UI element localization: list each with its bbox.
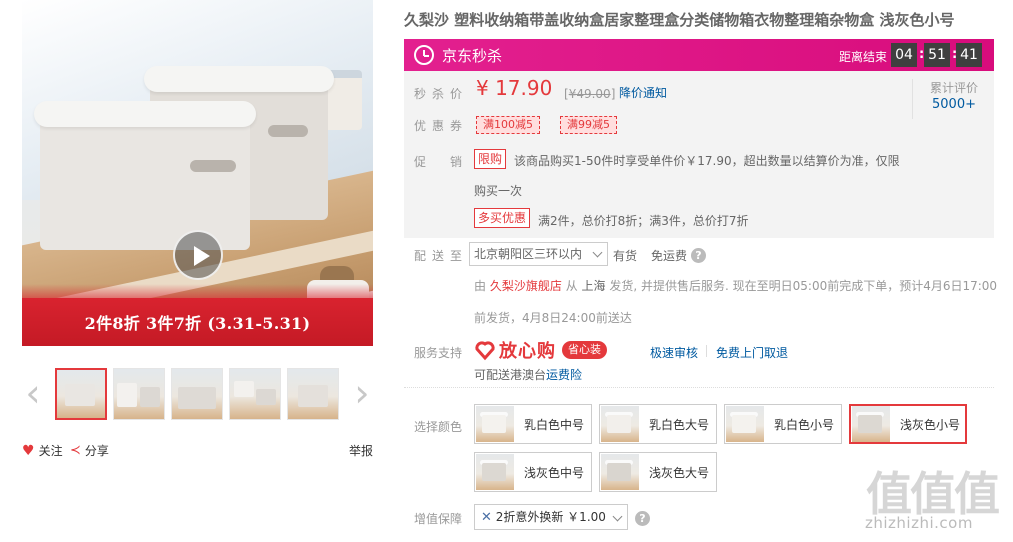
shipping-info-line1: 由 久梨沙旗舰店 从 上海 发货, 并提供售后服务. 现在至明日05:00前完成…: [474, 277, 997, 294]
swatch-image: [852, 406, 890, 442]
section-divider: [404, 387, 994, 388]
thumbnail-3[interactable]: [171, 368, 223, 420]
sale-price: ¥ 17.90: [476, 76, 553, 100]
promo-banner: 2件8折 3件7折 (3.31-5.31): [22, 284, 373, 346]
freight-insurance-link[interactable]: 运费险: [546, 368, 582, 382]
fast-review-link[interactable]: 极速审核: [650, 344, 698, 361]
price-label: 秒杀价: [414, 87, 469, 101]
main-product-image[interactable]: 2件8折 3件7折 (3.31-5.31): [22, 0, 373, 346]
share-button[interactable]: ≺ 分享: [70, 442, 109, 459]
report-label: 举报: [349, 444, 374, 458]
swatch-image: [601, 406, 639, 442]
thumbnail-2[interactable]: [113, 368, 165, 420]
price-box: 秒杀价 ¥ 17.90 [¥49.00] 降价通知 累计评价 5000+ 优惠券…: [404, 71, 994, 238]
address-selector[interactable]: 北京朝阳区三环以内: [469, 242, 608, 266]
color-option-4-selected[interactable]: 浅灰色小号: [849, 404, 967, 444]
original-price: [¥49.00]: [564, 87, 616, 101]
reviews-label: 累计评价: [929, 81, 978, 95]
follow-label: 关注: [38, 444, 63, 458]
ship-from: 从: [565, 279, 578, 293]
coupon-1[interactable]: 满100减5: [476, 116, 540, 134]
countdown-seconds: 41: [956, 43, 982, 67]
store-link[interactable]: 久梨沙旗舰店: [490, 279, 562, 293]
service-divider: [706, 345, 707, 357]
color-option-2[interactable]: 乳白色大号: [599, 404, 717, 444]
address-value: 北京朝阳区三环以内: [474, 247, 583, 261]
share-icon: ≺: [70, 443, 81, 458]
flash-sale-label: 京东秒杀: [442, 47, 503, 65]
review-count[interactable]: 累计评价 5000+: [924, 79, 984, 112]
reviews-divider: [912, 79, 913, 119]
color-option-3[interactable]: 乳白色小号: [724, 404, 842, 444]
service-label: 服务支持: [414, 346, 463, 360]
shipping-info-line2: 前发货，4月8日24:00前送达: [474, 311, 632, 325]
flash-sale-bar: 京东秒杀 距离结束 04 : 51 : 41: [404, 39, 994, 71]
thumb-prev-arrow-icon[interactable]: ‹: [22, 374, 44, 412]
fangxin-text: 放心购: [499, 341, 556, 362]
warranty-selector[interactable]: ✕ 2折意外换新 ￥1.00: [474, 504, 628, 530]
free-pickup-link[interactable]: 免费上门取退: [716, 344, 788, 361]
color-label: 选择颜色: [414, 420, 463, 434]
ship-rest: 发货, 并提供售后服务. 现在至明日05:00前完成下单，预计4月6日17:00: [609, 279, 998, 293]
thumbnail-strip: ‹ ›: [22, 366, 373, 424]
reviews-count-value: 5000+: [932, 97, 976, 112]
stock-status: 有货: [613, 249, 638, 263]
warranty-option: 2折意外换新 ￥1.00: [495, 510, 606, 524]
follow-button[interactable]: ♥ 关注: [22, 442, 63, 459]
color-option-5[interactable]: 浅灰色中号: [474, 452, 592, 492]
chevron-down-icon: [612, 511, 623, 522]
coupon-2[interactable]: 满99减5: [560, 116, 617, 134]
chevron-down-icon: [592, 247, 603, 258]
gallery-actions: ♥ 关注 ≺ 分享 举报: [22, 440, 373, 460]
multi-buy-tag: 多买优惠: [474, 208, 531, 228]
coupon-label: 优惠券: [414, 119, 469, 133]
color-option-1[interactable]: 乳白色中号: [474, 404, 592, 444]
clock-icon: [414, 45, 434, 65]
price-notify-link[interactable]: 降价通知: [619, 84, 667, 101]
thumbnail-5[interactable]: [287, 368, 339, 420]
color-option-label: 浅灰色小号: [900, 417, 961, 432]
hk-delivery: 可配送港澳台运费险: [474, 366, 582, 383]
fangxin-badge[interactable]: 放心购 省心装: [474, 337, 607, 363]
hk-text: 可配送港澳台: [474, 368, 547, 382]
free-shipping: 免运费: [651, 249, 688, 263]
product-title: 久梨沙 塑料收纳箱带盖收纳盒居家整理盒分类储物箱衣物整理箱杂物盒 浅灰色小号: [404, 11, 955, 29]
share-label: 分享: [84, 444, 109, 458]
countdown-minutes: 51: [924, 43, 950, 67]
warranty-label: 增值保障: [414, 512, 463, 526]
heart-outline-icon: [475, 341, 495, 361]
countdown-hours: 04: [891, 43, 917, 67]
promotion-text-2: 满2件，总价打8折；满3件，总价打7折: [538, 214, 749, 228]
swatch-image: [726, 406, 764, 442]
shengxin-badge: 省心装: [562, 341, 607, 359]
promotion-text-1: 该商品购买1-50件时享受单件价￥17.90，超出数量以结算价为准，仅限: [514, 154, 900, 168]
wrench-icon: ✕: [481, 510, 492, 525]
color-option-label: 乳白色中号: [524, 417, 585, 432]
swatch-image: [601, 454, 639, 490]
thumbnail-4[interactable]: [229, 368, 281, 420]
swatch-image: [476, 406, 514, 442]
ship-prefix: 由: [474, 279, 487, 293]
help-icon[interactable]: ?: [635, 511, 650, 526]
thumbnail-1[interactable]: [55, 368, 107, 420]
image-storage-box-front: [34, 101, 256, 250]
watermark-logo: 值值值 zhizhizhi.com: [860, 458, 1010, 542]
color-option-label: 浅灰色大号: [649, 465, 710, 480]
thumb-next-arrow-icon[interactable]: ›: [351, 374, 373, 412]
color-option-label: 乳白色大号: [649, 417, 710, 432]
delivery-label: 配送至: [414, 249, 469, 263]
color-option-label: 浅灰色中号: [524, 465, 585, 480]
video-play-button[interactable]: [173, 230, 223, 280]
limit-tag: 限购: [474, 149, 507, 169]
swatch-image: [476, 454, 514, 490]
ship-city: 上海: [581, 279, 606, 293]
color-option-label: 乳白色小号: [774, 417, 835, 432]
watermark-url: zhizhizhi.com: [865, 514, 973, 532]
heart-icon: ♥: [22, 442, 35, 459]
help-icon[interactable]: ?: [691, 248, 706, 263]
report-link[interactable]: 举报: [349, 442, 373, 459]
countdown-label: 距离结束: [839, 50, 888, 64]
color-option-6[interactable]: 浅灰色大号: [599, 452, 717, 492]
promotion-text-1b: 购买一次: [474, 184, 523, 198]
